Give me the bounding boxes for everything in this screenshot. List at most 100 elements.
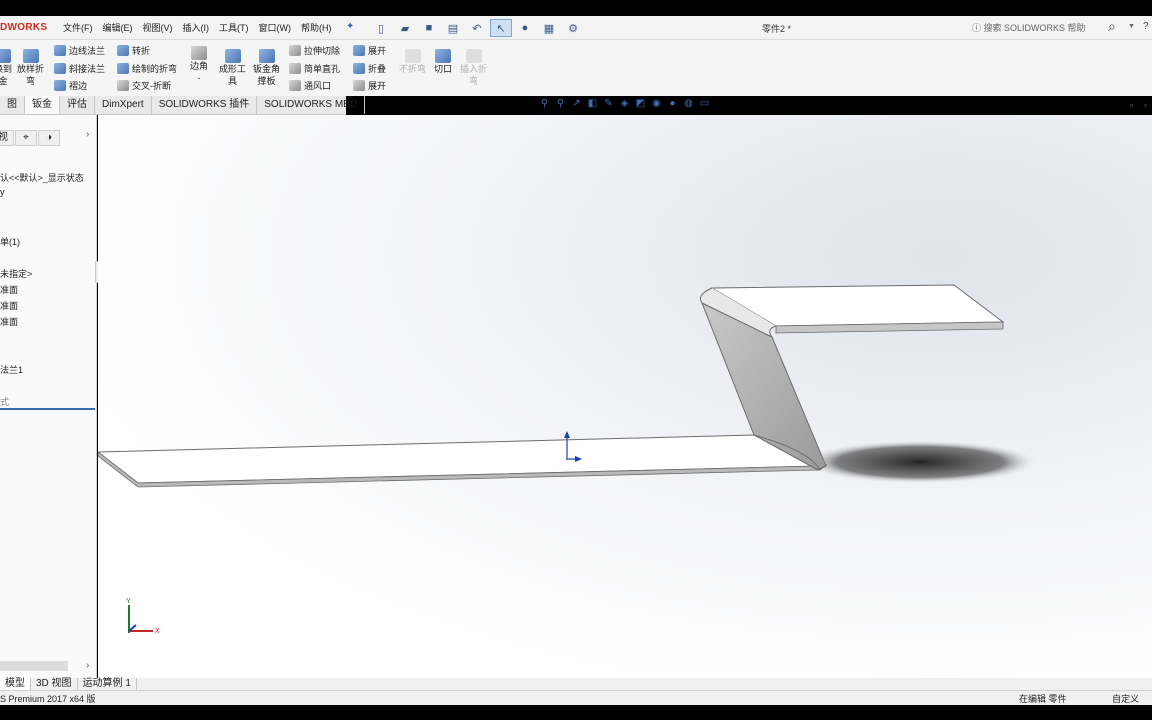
tab-3d-views[interactable]: 3D 视图 — [31, 678, 78, 690]
tree-item-right-plane[interactable]: 准面 — [0, 315, 18, 328]
bottom-tabs: 模型 3D 视图 运动算例 1 — [0, 678, 1152, 690]
ribbon-sketched-bend[interactable]: 绘制的折弯 — [117, 62, 177, 75]
chevron-right-icon[interactable]: › — [86, 129, 89, 140]
ribbon-label: 切口 — [434, 64, 453, 74]
configuration-manager-tab[interactable]: ⌖ — [15, 130, 37, 146]
help-search-label: 搜索 SOLIDWORKS 帮助 — [983, 23, 1086, 33]
cross-break-icon — [117, 80, 129, 91]
zoom-to-fit-icon[interactable]: ⚲ — [538, 98, 551, 109]
menu-help[interactable]: 帮助(H) — [296, 16, 337, 40]
ribbon-rip[interactable]: 切口 — [434, 49, 452, 75]
ribbon-vent[interactable]: 通风口 — [289, 79, 331, 92]
ribbon-insert-bends[interactable]: 插入折 弯 — [460, 49, 487, 87]
undo-icon[interactable]: ↶ — [466, 19, 488, 37]
restore-window-icon[interactable]: ▫ — [1130, 100, 1133, 110]
status-bar: S Premium 2017 x64 版 在编辑 零件 自定义 — [0, 690, 1152, 705]
heads-up-view-toolbar: ⚲ ⚲ ↗ ◧ ✎ ◈ ◩ ◉ ● ◍ ▭ — [538, 98, 711, 109]
rebuild-icon[interactable]: ● — [514, 19, 536, 37]
dropdown-arrow-icon[interactable]: - — [198, 73, 201, 84]
ribbon-edge-flange[interactable]: 边线法兰 — [54, 44, 105, 57]
display-style-icon[interactable]: ◩ — [634, 98, 647, 109]
part-shadow — [800, 440, 1040, 484]
select-pointer-icon[interactable]: ↖ — [490, 19, 512, 37]
ribbon-label: 插入折 — [460, 64, 488, 74]
forming-tool-icon — [224, 49, 241, 63]
menu-file[interactable]: 文件(F) — [58, 16, 98, 40]
new-document-icon[interactable]: ▯ — [370, 19, 392, 37]
menu-bar: DWORKS 文件(F) 编辑(E) 视图(V) 插入(I) 工具(T) 窗口(… — [0, 16, 1152, 40]
gusset-icon — [258, 49, 275, 63]
tree-item-solid-bodies[interactable]: 单(1) — [0, 235, 20, 248]
options-gear-icon[interactable]: ⚙ — [562, 19, 584, 37]
tree-item-base-flange[interactable]: 法兰1 — [0, 363, 23, 376]
apply-scene-icon[interactable]: ◍ — [682, 98, 695, 109]
tab-model[interactable]: 模型 — [0, 678, 31, 690]
panel-tabs: 视 ⌖ ◑ › — [0, 129, 97, 147]
command-manager-ribbon: 换到 金 放样折 弯 边线法兰 斜接法兰 褶边 转折 绘制的折弯 交叉-折断 边… — [0, 40, 1152, 96]
edit-appearance-icon[interactable]: ● — [666, 98, 679, 109]
zoom-to-area-icon[interactable]: ⚲ — [554, 98, 567, 109]
ribbon-flatten[interactable]: 展开 — [353, 79, 386, 92]
lofted-bend-icon — [22, 49, 39, 63]
dynamic-annotation-icon[interactable]: ✎ — [602, 98, 615, 109]
menu-window[interactable]: 窗口(W) — [254, 16, 297, 40]
menu-insert[interactable]: 插入(I) — [178, 16, 215, 40]
menu-tools[interactable]: 工具(T) — [214, 16, 254, 40]
scroll-right-icon[interactable]: › — [86, 660, 89, 671]
hide-show-items-icon[interactable]: ◉ — [650, 98, 663, 109]
save-icon[interactable]: ■ — [418, 19, 440, 37]
tab-mbd[interactable]: SOLIDWORKS MBD — [257, 96, 366, 114]
display-manager-tab[interactable]: ◑ — [38, 130, 60, 146]
tree-item-material[interactable]: 未指定> — [0, 267, 32, 280]
edge-flange-icon — [54, 45, 66, 56]
tab-sheetmetal[interactable]: 钣金 — [25, 96, 60, 114]
view-orientation-icon[interactable]: ◈ — [618, 98, 631, 109]
graphics-viewport[interactable]: Y X — [98, 115, 1152, 678]
search-icon[interactable]: ⌕ — [1108, 18, 1116, 35]
tree-item-top-plane[interactable]: 准面 — [0, 299, 18, 312]
ribbon-no-bends[interactable]: 不折弯 — [399, 49, 426, 75]
print-icon[interactable]: ▤ — [442, 19, 464, 37]
feature-manager-tab[interactable]: 视 — [0, 130, 14, 146]
help-icon[interactable]: ? — [1143, 21, 1149, 32]
view-settings-icon[interactable]: ▭ — [698, 98, 711, 109]
tree-item-config[interactable]: 认<<默认>_显示状态 — [0, 171, 84, 184]
tab-dimxpert[interactable]: DimXpert — [95, 96, 152, 114]
ribbon-forming-tool[interactable]: 成形工 具 — [219, 49, 246, 87]
tree-item-history[interactable]: y — [0, 187, 5, 197]
tab-addins[interactable]: SOLIDWORKS 插件 — [152, 96, 258, 114]
ribbon-corners[interactable]: 边角 - — [190, 46, 208, 84]
ribbon-sheetmetal-gusset[interactable]: 钣金角 撑板 — [253, 49, 280, 87]
close-window-icon[interactable]: ▫ — [1144, 100, 1147, 110]
chevron-down-icon[interactable]: ▼ — [1128, 23, 1135, 30]
menu-edit[interactable]: 编辑(E) — [98, 16, 138, 40]
ribbon-extruded-cut[interactable]: 拉伸切除 — [289, 44, 340, 57]
tree-item-flat-pattern[interactable]: 式 — [0, 395, 95, 410]
file-properties-icon[interactable]: ▦ — [538, 19, 560, 37]
ribbon-label: 转折 — [132, 46, 151, 56]
help-search-input[interactable]: ⓘ 搜索 SOLIDWORKS 帮助 — [972, 21, 1086, 34]
ribbon-switch-to-sheetmetal[interactable]: 换到 金 — [0, 49, 12, 87]
open-icon[interactable]: ▰ — [394, 19, 416, 37]
tab-evaluate[interactable]: 评估 — [60, 96, 95, 114]
status-custom-units[interactable]: 自定义 — [1112, 692, 1139, 705]
origin-y-arrow — [564, 431, 570, 438]
menu-view[interactable]: 视图(V) — [138, 16, 178, 40]
ribbon-hem[interactable]: 褶边 — [54, 79, 87, 92]
ribbon-lofted-bend[interactable]: 放样折 弯 — [17, 49, 44, 87]
ribbon-miter-flange[interactable]: 斜接法兰 — [54, 62, 105, 75]
ribbon-simple-hole[interactable]: 简单直孔 — [289, 62, 340, 75]
tab-motion-study[interactable]: 运动算例 1 — [78, 678, 137, 690]
main-menu: 文件(F) 编辑(E) 视图(V) 插入(I) 工具(T) 窗口(W) 帮助(H… — [58, 16, 337, 40]
ribbon-fold[interactable]: 折叠 — [353, 62, 386, 75]
tab-sketch[interactable]: 图 — [0, 96, 25, 114]
pin-icon[interactable]: ✦ — [346, 21, 354, 32]
previous-view-icon[interactable]: ↗ — [570, 98, 583, 109]
ribbon-unfold[interactable]: 展开 — [353, 44, 386, 57]
section-view-icon[interactable]: ◧ — [586, 98, 599, 109]
ribbon-jog[interactable]: 转折 — [117, 44, 150, 57]
tree-item-front-plane[interactable]: 准面 — [0, 283, 18, 296]
horizontal-scrollbar[interactable] — [0, 661, 68, 671]
feature-manager-panel: 视 ⌖ ◑ › 认<<默认>_显示状态 y 单(1) 未指定> 准面 准面 准面… — [0, 115, 97, 678]
ribbon-cross-break[interactable]: 交叉-折断 — [117, 79, 171, 92]
